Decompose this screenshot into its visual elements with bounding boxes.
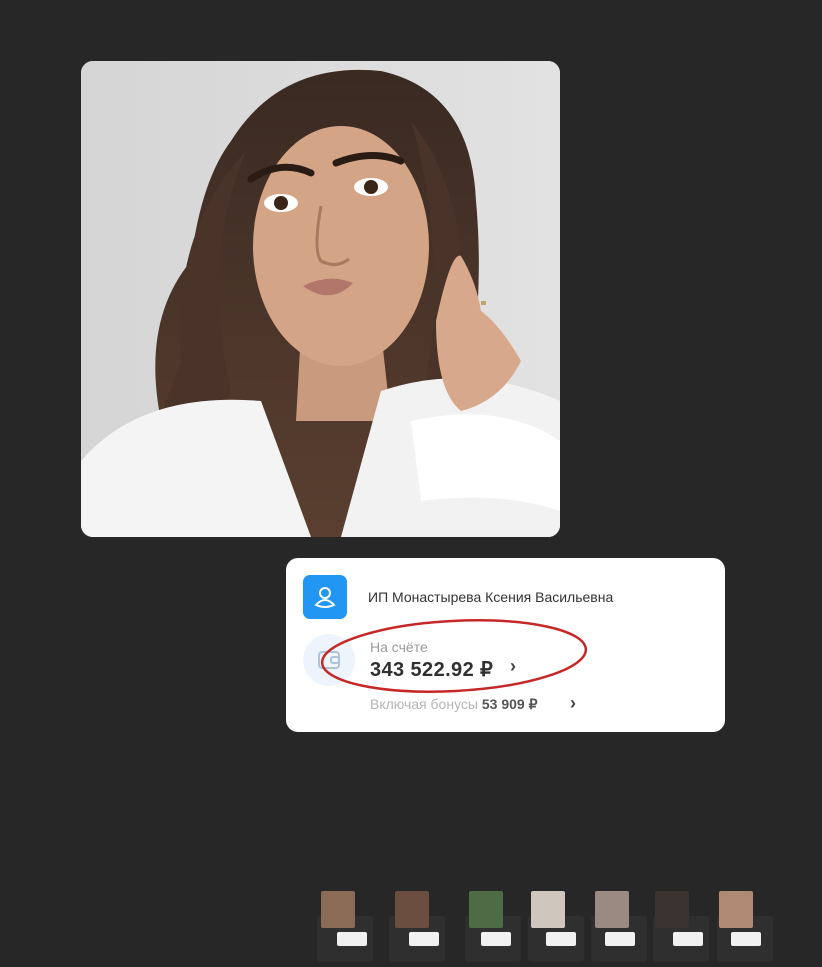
portrait-thumbnail-7[interactable]: [717, 890, 773, 962]
highlight-ellipse: [320, 619, 588, 693]
account-owner-name: ИП Монастырева Ксения Васильевна: [368, 589, 614, 605]
portrait-thumbnail-5[interactable]: [591, 890, 647, 962]
portrait-thumbnail-3[interactable]: [465, 890, 521, 962]
portrait-thumbnail-4[interactable]: [528, 890, 584, 962]
portrait-thumbnail-2[interactable]: [389, 890, 445, 962]
portrait-thumbnail-1[interactable]: [317, 890, 373, 962]
portrait-photo[interactable]: [81, 61, 560, 537]
portrait-thumbnail-6[interactable]: [653, 890, 709, 962]
portrait-illustration: [81, 61, 560, 537]
thumbnail-strip: [317, 890, 787, 962]
bank-balance-card[interactable]: ИП Монастырева Ксения Васильевна На счёт…: [286, 558, 725, 732]
